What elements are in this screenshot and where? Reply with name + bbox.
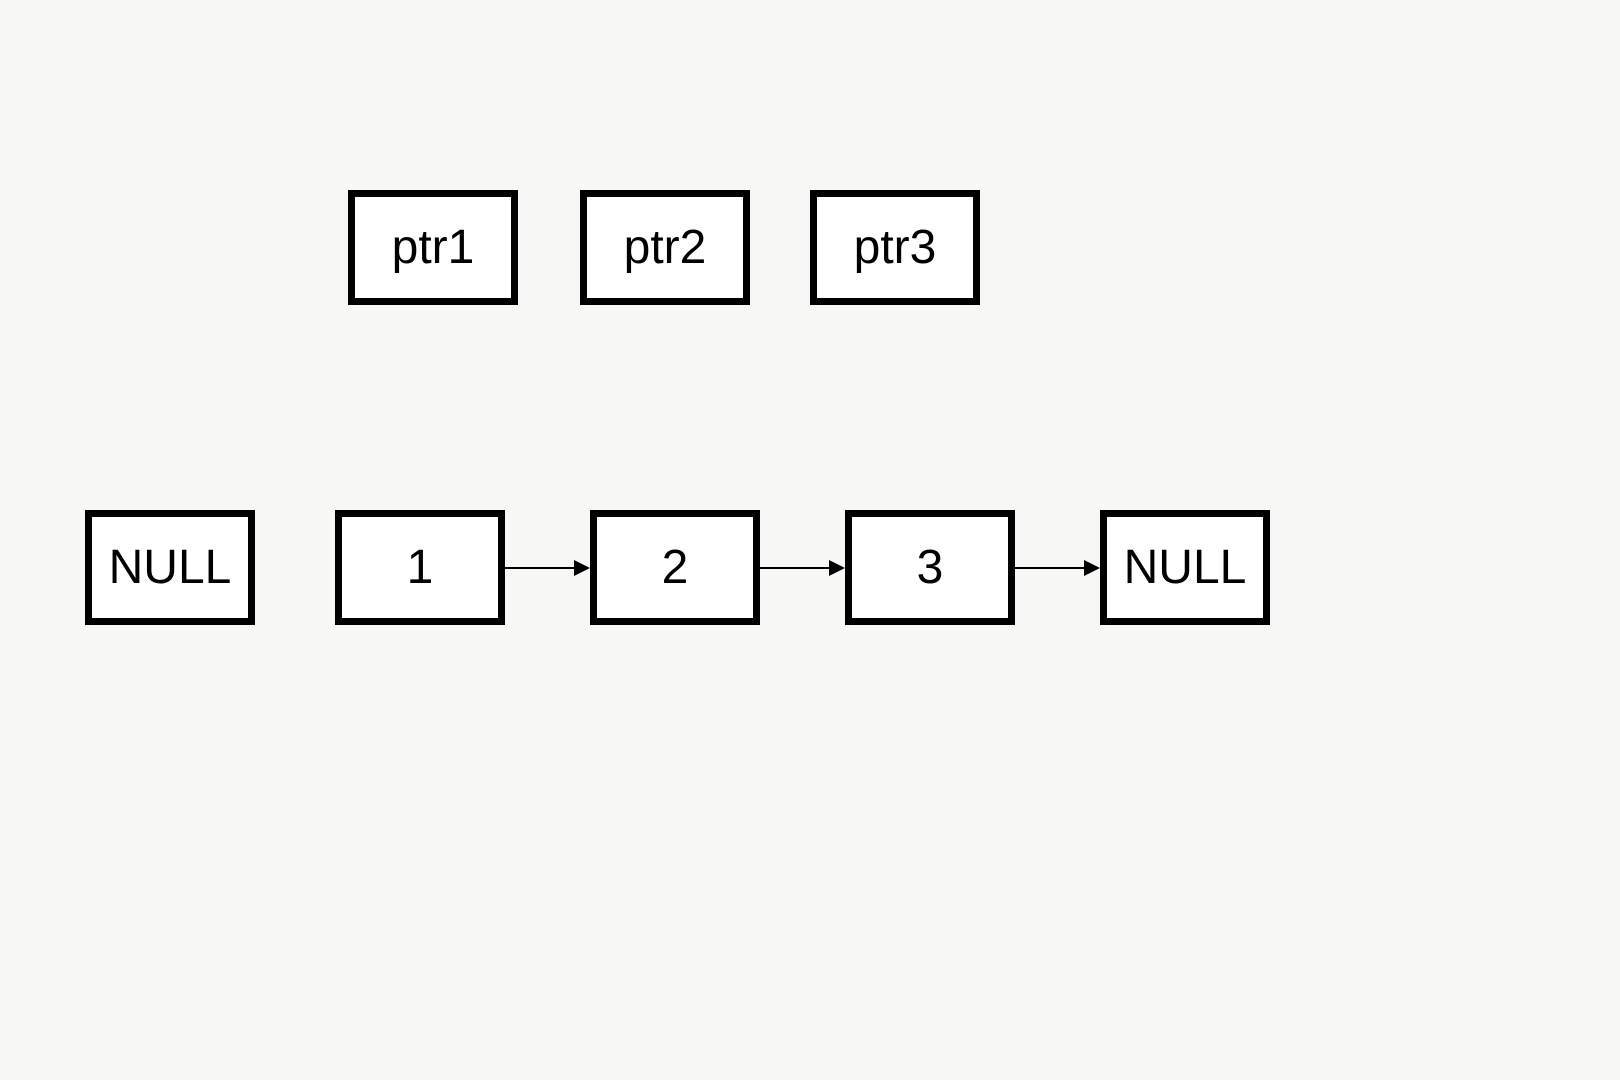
- pointer-box-ptr2: ptr2: [580, 190, 750, 305]
- node-box-3: 3: [845, 510, 1015, 625]
- node-box-null-right: NULL: [1100, 510, 1270, 625]
- node-box-null-left: NULL: [85, 510, 255, 625]
- arrow-3-to-null: [1015, 567, 1098, 569]
- pointer-label: ptr3: [854, 220, 937, 275]
- node-label: 1: [407, 540, 434, 595]
- pointer-box-ptr3: ptr3: [810, 190, 980, 305]
- diagram-canvas: ptr1 ptr2 ptr3 NULL 1 2 3 NULL: [0, 0, 1620, 1080]
- node-label: 3: [917, 540, 944, 595]
- node-box-2: 2: [590, 510, 760, 625]
- arrow-1-to-2: [505, 567, 588, 569]
- node-box-1: 1: [335, 510, 505, 625]
- node-label: NULL: [109, 540, 232, 595]
- node-label: 2: [662, 540, 689, 595]
- arrow-2-to-3: [760, 567, 843, 569]
- pointer-box-ptr1: ptr1: [348, 190, 518, 305]
- pointer-label: ptr1: [392, 220, 475, 275]
- node-label: NULL: [1124, 540, 1247, 595]
- pointer-label: ptr2: [624, 220, 707, 275]
